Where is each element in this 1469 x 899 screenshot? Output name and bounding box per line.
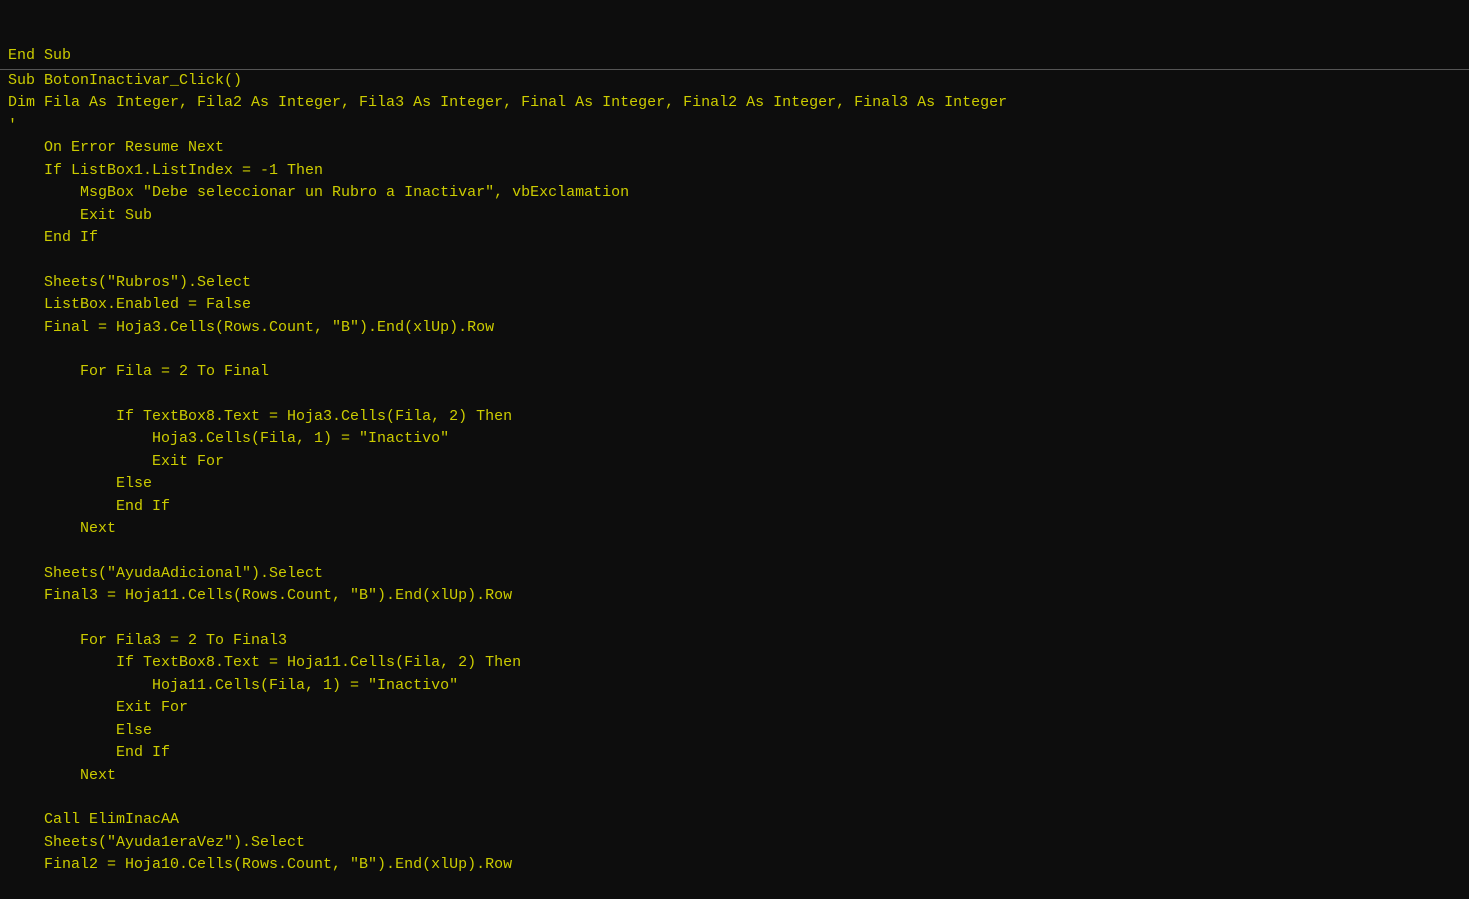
code-line [0, 787, 1469, 809]
code-line: MsgBox "Debe seleccionar un Rubro a Inac… [0, 182, 1469, 205]
code-line: Next [0, 765, 1469, 788]
code-editor: End SubSub BotonInactivar_Click()Dim Fil… [0, 0, 1469, 899]
code-line: Hoja11.Cells(Fila, 1) = "Inactivo" [0, 675, 1469, 698]
code-line: ListBox.Enabled = False [0, 294, 1469, 317]
code-line [0, 339, 1469, 361]
code-line [0, 541, 1469, 563]
code-line: Else [0, 473, 1469, 496]
code-line: Sheets("Ayuda1eraVez").Select [0, 832, 1469, 855]
code-line: If TextBox8.Text = Hoja3.Cells(Fila, 2) … [0, 406, 1469, 429]
code-line: Final2 = Hoja10.Cells(Rows.Count, "B").E… [0, 854, 1469, 877]
code-line [0, 384, 1469, 406]
code-line [0, 250, 1469, 272]
code-line: Sub BotonInactivar_Click() [0, 70, 1469, 93]
code-line: Sheets("AyudaAdicional").Select [0, 563, 1469, 586]
code-line: Call ElimInacAA [0, 809, 1469, 832]
code-line: Final = Hoja3.Cells(Rows.Count, "B").End… [0, 317, 1469, 340]
code-line: End If [0, 227, 1469, 250]
code-line: Dim Fila As Integer, Fila2 As Integer, F… [0, 92, 1469, 115]
code-line: Exit For [0, 451, 1469, 474]
code-line [0, 608, 1469, 630]
code-line: For Fila3 = 2 To Final3 [0, 630, 1469, 653]
code-line: If ListBox1.ListIndex = -1 Then [0, 160, 1469, 183]
code-line: Final3 = Hoja11.Cells(Rows.Count, "B").E… [0, 585, 1469, 608]
code-line: On Error Resume Next [0, 137, 1469, 160]
code-line: End If [0, 496, 1469, 519]
code-line: Next [0, 518, 1469, 541]
code-line: ' [0, 115, 1469, 138]
code-line: Else [0, 720, 1469, 743]
code-line: Exit Sub [0, 205, 1469, 228]
code-line: End Sub [0, 45, 1469, 70]
code-line: Exit For [0, 697, 1469, 720]
code-line: End If [0, 742, 1469, 765]
code-line: If TextBox8.Text = Hoja11.Cells(Fila, 2)… [0, 652, 1469, 675]
code-line: Sheets("Rubros").Select [0, 272, 1469, 295]
code-line: Hoja3.Cells(Fila, 1) = "Inactivo" [0, 428, 1469, 451]
code-line: For Fila = 2 To Final [0, 361, 1469, 384]
